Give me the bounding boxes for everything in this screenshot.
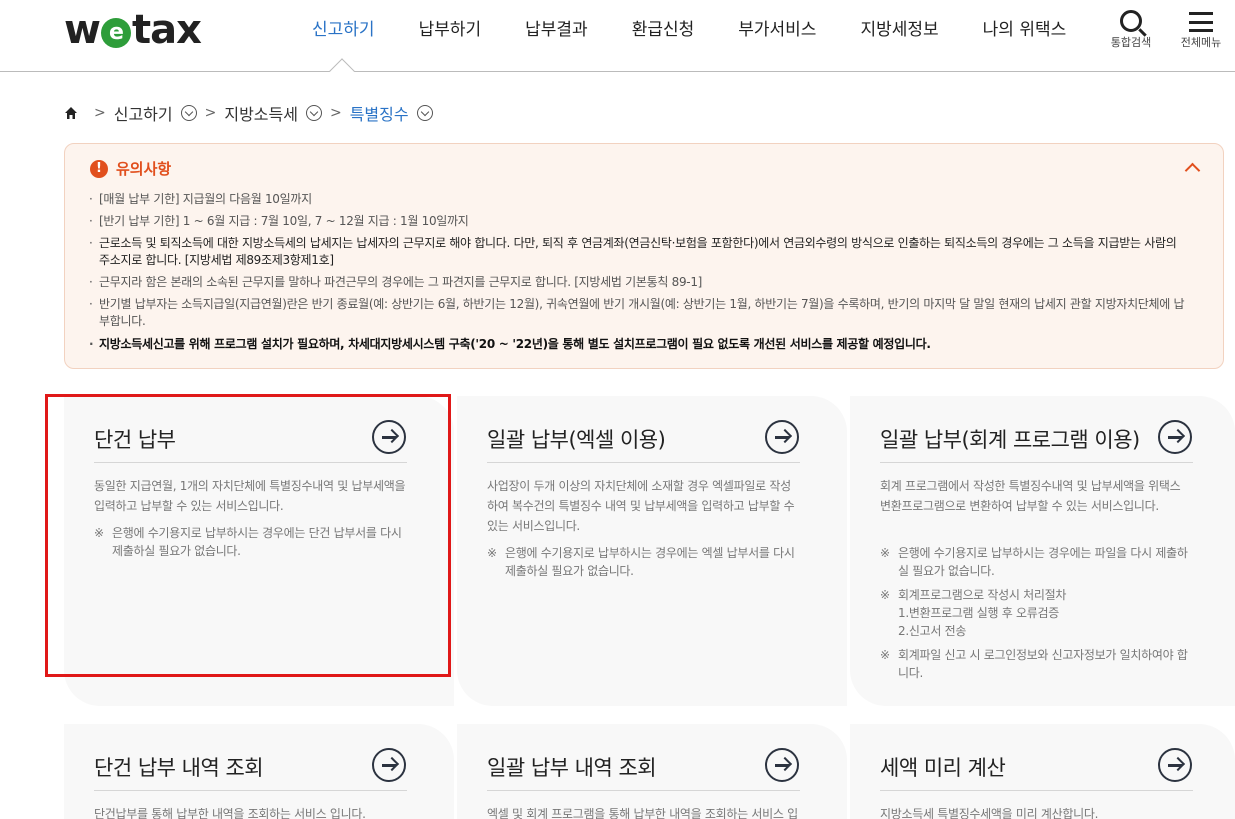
nav-item-refund[interactable]: 환급신청 [610, 17, 717, 43]
logo-e-icon: e [100, 18, 131, 48]
chevron-down-circle-icon[interactable] [180, 105, 197, 121]
arrow-right-circle-icon[interactable] [765, 748, 799, 782]
notice-item: 반기별 납부자는 소득지급일(지급연월)란은 반기 종료월(예: 상반기는 6월… [89, 296, 1189, 330]
notice-header: ! 유의사항 [90, 158, 171, 179]
nav-item-pay-result[interactable]: 납부결과 [503, 17, 610, 43]
card-divider [94, 462, 407, 463]
card-note: 회계파일 신고 시 로그인정보와 신고자정보가 일치하여야 합니다. [880, 646, 1193, 682]
main-nav: 신고하기 납부하기 납부결과 환급신청 부가서비스 지방세정보 나의 위택스 [290, 17, 1088, 43]
card-note: 은행에 수기용지로 납부하시는 경우에는 엑셀 납부서를 다시 제출하실 필요가… [487, 544, 800, 580]
card-bulk-payment-history[interactable]: 일괄 납부 내역 조회 엑셀 및 회계 프로그램을 통해 납부한 내역을 조회하… [457, 724, 847, 819]
notice-item: 지방소득세신고를 위해 프로그램 설치가 필요하며, 차세대지방세시스템 구축(… [89, 336, 1189, 353]
breadcrumb-report[interactable]: 신고하기 [114, 101, 173, 125]
chevron-right-icon: > [329, 105, 342, 121]
card-note: 은행에 수기용지로 납부하시는 경우에는 파일을 다시 제출하실 필요가 없습니… [880, 544, 1193, 580]
all-menu-label: 전체메뉴 [1180, 36, 1222, 49]
card-title: 단건 납부 [94, 428, 176, 452]
arrow-right-circle-icon[interactable] [1158, 748, 1192, 782]
notice-item: [반기 납부 기한] 1 ~ 6월 지급 : 7월 10일, 7 ~ 12월 지… [89, 213, 1189, 230]
notice-item: 근무지라 함은 본래의 소속된 근무지를 말하나 파견근무의 경우에는 그 파견… [89, 274, 1189, 291]
nav-active-caret [329, 58, 355, 84]
card-description: 단건납부를 통해 납부한 내역을 조회하는 서비스 입니다. [94, 807, 366, 819]
card-description: 동일한 지급연월, 1개의 자치단체에 특별징수내역 및 납부세액을 입력하고 … [94, 479, 406, 513]
card-title: 일괄 납부 내역 조회 [487, 756, 657, 780]
nav-item-my-wetax[interactable]: 나의 위택스 [961, 17, 1089, 43]
card-single-payment-history[interactable]: 단건 납부 내역 조회 단건납부를 통해 납부한 내역을 조회하는 서비스 입니… [64, 724, 454, 819]
chevron-right-icon: > [94, 105, 106, 121]
card-notes: 은행에 수기용지로 납부하시는 경우에는 파일을 다시 제출하실 필요가 없습니… [880, 544, 1193, 688]
card-divider [880, 462, 1193, 463]
card-note: 은행에 수기용지로 납부하시는 경우에는 단건 납부서를 다시 제출하실 필요가… [94, 524, 407, 560]
card-notes: 은행에 수기용지로 납부하시는 경우에는 엑셀 납부서를 다시 제출하실 필요가… [487, 544, 800, 586]
chevron-down-circle-icon[interactable] [416, 105, 433, 121]
chevron-down-circle-icon[interactable] [305, 105, 322, 121]
logo-tax: tax [131, 7, 202, 53]
card-title: 일괄 납부(회계 프로그램 이용) [880, 428, 1140, 452]
card-bulk-payment-excel[interactable]: 일괄 납부(엑셀 이용) 사업장이 두개 이상의 자치단체에 소재할 경우 엑셀… [457, 396, 847, 706]
card-title: 세액 미리 계산 [880, 756, 1006, 780]
chevron-up-icon[interactable] [1185, 160, 1199, 174]
card-description: 엑셀 및 회계 프로그램을 통해 납부한 내역을 조회하는 서비스 입니다. [487, 807, 798, 819]
hamburger-menu-icon [1189, 12, 1213, 32]
card-note: 회계프로그램으로 작성시 처리절차 1.변환프로그램 실행 후 오류검증 2.신… [880, 586, 1193, 640]
home-icon[interactable] [64, 106, 78, 120]
notice-title: 유의사항 [116, 160, 172, 178]
card-notes: 은행에 수기용지로 납부하시는 경우에는 단건 납부서를 다시 제출하실 필요가… [94, 524, 407, 566]
arrow-right-circle-icon[interactable] [372, 420, 406, 454]
nav-item-local-tax-info[interactable]: 지방세정보 [838, 17, 960, 43]
card-divider [487, 462, 800, 463]
card-title: 단건 납부 내역 조회 [94, 756, 264, 780]
breadcrumb-local-income-tax[interactable]: 지방소득세 [224, 101, 298, 125]
nav-item-report[interactable]: 신고하기 [290, 17, 397, 43]
card-description: 회계 프로그램에서 작성한 특별징수내역 및 납부세액을 위택스 변환프로그램으… [880, 479, 1181, 513]
card-single-payment[interactable]: 단건 납부 동일한 지급연월, 1개의 자치단체에 특별징수내역 및 납부세액을… [64, 396, 454, 706]
breadcrumb: > 신고하기 > 지방소득세 > 특별징수 [64, 101, 433, 125]
unified-search-label: 통합검색 [1110, 36, 1152, 49]
card-divider [880, 790, 1193, 791]
card-title: 일괄 납부(엑셀 이용) [487, 428, 666, 452]
unified-search-button[interactable]: 통합검색 [1101, 10, 1161, 50]
nav-item-extra-services[interactable]: 부가서비스 [716, 17, 838, 43]
arrow-right-circle-icon[interactable] [1158, 420, 1192, 454]
card-divider [94, 790, 407, 791]
card-divider [487, 790, 800, 791]
notice-item: [매월 납부 기한] 지급월의 다음월 10일까지 [89, 191, 1189, 208]
chevron-right-icon: > [204, 105, 217, 121]
card-description: 지방소득세 특별징수세액을 미리 계산합니다. [880, 807, 1099, 819]
logo-w: w [64, 7, 101, 53]
all-menu-button[interactable]: 전체메뉴 [1171, 10, 1231, 50]
card-description: 사업장이 두개 이상의 자치단체에 소재할 경우 엑셀파일로 작성하여 복수건의… [487, 479, 795, 533]
notice-list: [매월 납부 기한] 지급월의 다음월 10일까지 [반기 납부 기한] 1 ~… [89, 191, 1189, 358]
arrow-right-circle-icon[interactable] [765, 420, 799, 454]
nav-item-pay[interactable]: 납부하기 [397, 17, 504, 43]
breadcrumb-special-collection[interactable]: 특별징수 [350, 101, 409, 125]
wetax-logo[interactable]: w e tax [64, 7, 202, 53]
notice-item: 근로소득 및 퇴직소득에 대한 지방소득세의 납세지는 납세자의 근무지로 해야… [89, 235, 1189, 269]
card-bulk-payment-accounting[interactable]: 일괄 납부(회계 프로그램 이용) 회계 프로그램에서 작성한 특별징수내역 및… [850, 396, 1235, 706]
search-icon [1120, 10, 1142, 32]
card-tax-precalculation[interactable]: 세액 미리 계산 지방소득세 특별징수세액을 미리 계산합니다. [850, 724, 1235, 819]
site-header: w e tax 신고하기 납부하기 납부결과 환급신청 부가서비스 지방세정보 나의… [0, 0, 1235, 84]
warning-icon: ! [90, 159, 108, 178]
notice-panel: ! 유의사항 [매월 납부 기한] 지급월의 다음월 10일까지 [반기 납부 … [64, 143, 1224, 369]
arrow-right-circle-icon[interactable] [372, 748, 406, 782]
